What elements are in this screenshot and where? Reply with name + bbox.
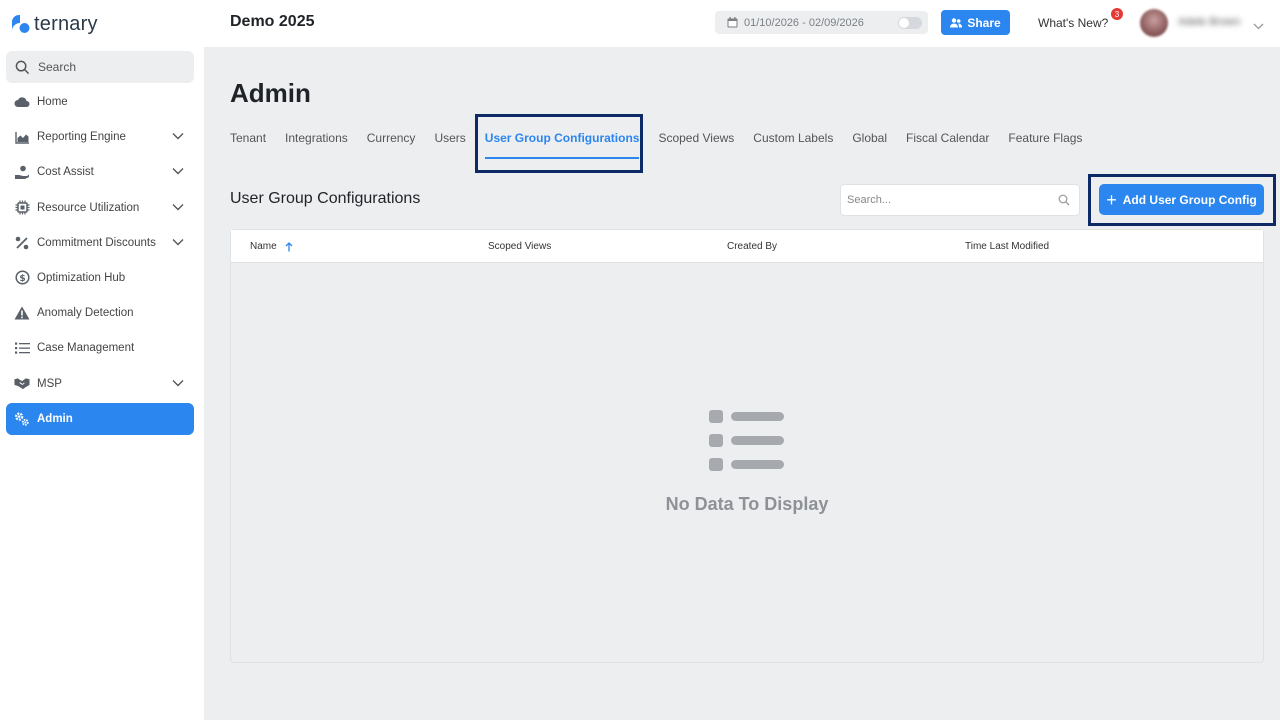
tab-feature-flags[interactable]: Feature Flags bbox=[1008, 130, 1082, 150]
sidebar-search-label: Search bbox=[38, 60, 77, 74]
sidebar-item-label: Admin bbox=[37, 412, 73, 425]
share-button-label: Share bbox=[967, 15, 1001, 30]
sidebar-item-admin[interactable]: Admin bbox=[6, 402, 194, 435]
date-range-text: 01/10/2026 - 02/09/2026 bbox=[744, 16, 864, 29]
dollar-circle-icon: $ bbox=[14, 270, 30, 286]
add-button-label: Add User Group Config bbox=[1122, 192, 1257, 207]
date-range-picker[interactable]: 01/10/2026 - 02/09/2026 bbox=[715, 11, 928, 34]
project-title[interactable]: Demo 2025 bbox=[230, 13, 315, 31]
chevron-down-icon[interactable] bbox=[172, 166, 184, 178]
sidebar: ternary Search Home Reporting Engine Cos… bbox=[0, 0, 204, 720]
sidebar-item-msp[interactable]: MSP bbox=[6, 368, 194, 400]
section-title: User Group Configurations bbox=[230, 190, 421, 207]
calendar-icon bbox=[727, 17, 738, 28]
tab-highlight-box bbox=[475, 114, 643, 173]
chevron-down-icon[interactable] bbox=[172, 202, 184, 214]
tab-currency[interactable]: Currency bbox=[367, 130, 416, 150]
chevron-down-icon[interactable] bbox=[172, 131, 184, 143]
avatar[interactable] bbox=[1140, 9, 1168, 37]
empty-state: No Data To Display bbox=[231, 410, 1263, 515]
sidebar-item-reporting-engine[interactable]: Reporting Engine bbox=[6, 121, 194, 153]
chevron-down-icon[interactable] bbox=[1253, 17, 1264, 35]
sidebar-item-label: Home bbox=[37, 96, 68, 108]
column-header-time-last-modified[interactable]: Time Last Modified bbox=[965, 241, 1049, 252]
table-header: Name Scoped Views Created By Time Last M… bbox=[231, 230, 1263, 263]
date-compare-toggle[interactable] bbox=[898, 17, 922, 29]
sidebar-item-label: MSP bbox=[37, 377, 62, 390]
hand-coins-icon bbox=[14, 164, 30, 180]
list-icon bbox=[14, 340, 30, 356]
sidebar-item-label: Reporting Engine bbox=[37, 131, 126, 144]
area-chart-icon bbox=[14, 129, 30, 145]
sidebar-item-cost-assist[interactable]: Cost Assist bbox=[6, 156, 194, 188]
sidebar-item-case-management[interactable]: Case Management bbox=[6, 332, 194, 364]
empty-state-message: No Data To Display bbox=[665, 494, 829, 514]
sidebar-nav: Home Reporting Engine Cost Assist Resour… bbox=[6, 86, 194, 438]
sidebar-item-commitment-discounts[interactable]: Commitment Discounts bbox=[6, 227, 194, 259]
column-label: Name bbox=[250, 241, 277, 252]
plus-icon: + bbox=[1106, 189, 1117, 210]
sidebar-item-label: Optimization Hub bbox=[37, 271, 126, 284]
column-label: Scoped Views bbox=[488, 241, 552, 252]
user-name[interactable]: Adele Brown bbox=[1178, 16, 1240, 28]
column-label: Created By bbox=[727, 241, 778, 252]
sidebar-item-home[interactable]: Home bbox=[6, 86, 194, 118]
users-icon bbox=[950, 17, 963, 28]
column-header-created-by[interactable]: Created By bbox=[727, 241, 777, 252]
search-input[interactable] bbox=[847, 185, 1047, 215]
tab-scoped-views[interactable]: Scoped Views bbox=[658, 130, 734, 150]
share-button[interactable]: Share bbox=[941, 10, 1010, 35]
page-title: Admin bbox=[230, 78, 311, 108]
tab-global[interactable]: Global bbox=[852, 130, 887, 150]
top-header: Demo 2025 01/10/2026 - 02/09/2026 Share … bbox=[204, 0, 1280, 47]
ternary-logo-icon bbox=[10, 14, 30, 34]
logo-text: ternary bbox=[34, 12, 98, 35]
warning-icon bbox=[14, 305, 30, 321]
search-icon bbox=[1058, 194, 1070, 206]
handshake-icon bbox=[14, 376, 30, 392]
sidebar-item-label: Cost Assist bbox=[37, 166, 94, 179]
tab-users[interactable]: Users bbox=[434, 130, 465, 150]
empty-list-icon bbox=[709, 410, 785, 474]
sort-ascending-icon[interactable] bbox=[285, 241, 293, 252]
admin-tabs: Tenant Integrations Currency Users User … bbox=[230, 130, 1101, 160]
sidebar-item-anomaly-detection[interactable]: Anomaly Detection bbox=[6, 297, 194, 329]
sidebar-item-label: Resource Utilization bbox=[37, 201, 140, 214]
chevron-down-icon[interactable] bbox=[172, 237, 184, 249]
chip-icon bbox=[14, 200, 30, 216]
whats-new-link[interactable]: What's New? bbox=[1038, 16, 1108, 30]
column-label: Time Last Modified bbox=[965, 241, 1050, 252]
sidebar-search[interactable]: Search bbox=[6, 51, 194, 83]
logo[interactable]: ternary bbox=[10, 12, 98, 36]
tab-integrations[interactable]: Integrations bbox=[285, 130, 348, 150]
column-header-name[interactable]: Name bbox=[250, 241, 293, 252]
user-group-table: Name Scoped Views Created By Time Last M… bbox=[230, 229, 1264, 663]
sidebar-item-label: Commitment Discounts bbox=[37, 236, 156, 249]
percent-icon bbox=[14, 235, 30, 251]
tab-tenant[interactable]: Tenant bbox=[230, 130, 266, 150]
chevron-down-icon[interactable] bbox=[172, 378, 184, 390]
search-icon bbox=[15, 60, 30, 75]
table-search bbox=[840, 184, 1080, 216]
svg-text:$: $ bbox=[19, 274, 25, 284]
sidebar-item-label: Anomaly Detection bbox=[37, 307, 134, 320]
cloud-icon bbox=[14, 94, 30, 110]
sidebar-item-resource-utilization[interactable]: Resource Utilization bbox=[6, 192, 194, 224]
add-user-group-config-button[interactable]: + Add User Group Config bbox=[1099, 184, 1264, 215]
sidebar-item-optimization-hub[interactable]: $ Optimization Hub bbox=[6, 262, 194, 294]
gears-icon bbox=[14, 411, 30, 427]
sidebar-item-label: Case Management bbox=[37, 342, 135, 355]
tab-custom-labels[interactable]: Custom Labels bbox=[753, 130, 833, 150]
tab-fiscal-calendar[interactable]: Fiscal Calendar bbox=[906, 130, 989, 150]
notification-badge: 3 bbox=[1111, 8, 1123, 20]
column-header-scoped-views[interactable]: Scoped Views bbox=[488, 241, 551, 252]
